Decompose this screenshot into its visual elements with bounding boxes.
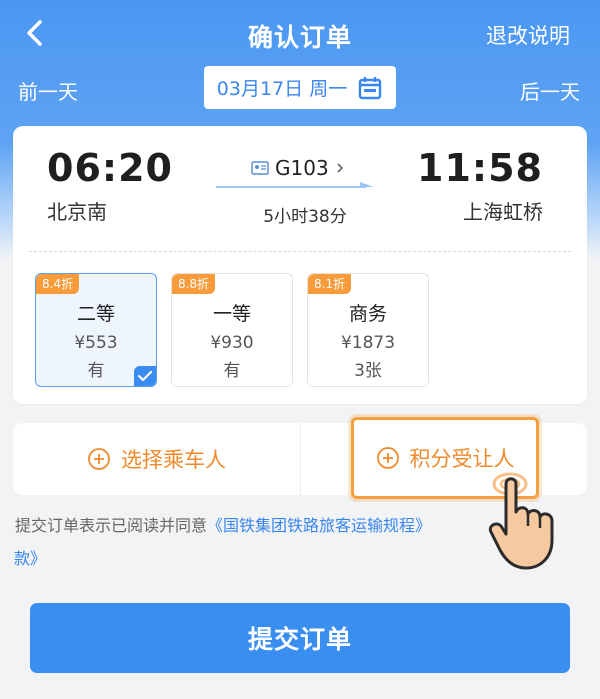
seat-class: 一等 [212,303,251,325]
arrival-time: 11:58 [417,146,543,190]
arrival-station: 上海虹桥 [463,200,543,224]
discount-badge: 8.8折 [172,274,216,294]
next-day-button[interactable]: 后一天 [520,76,580,105]
card-divider [29,251,571,252]
train-info-card: 06:20 北京南 G103 5小时38分 11:58 上海虹桥 8.4折 二等… [13,126,587,404]
train-number: G103 [275,156,329,180]
discount-badge: 8.1折 [308,274,352,294]
regulations-link[interactable]: 《国铁集团铁路旅客运输规程》 [207,516,431,535]
calendar-icon [359,76,382,99]
seat-option-first-class[interactable]: 8.8折 一等 ¥930 有 [171,273,293,387]
pointing-hand-icon [488,472,554,570]
plus-circle-icon [88,448,110,470]
prev-day-button[interactable]: 前一天 [18,76,78,105]
date-label: 03月17日 周一 [216,78,348,100]
seat-class: 商务 [348,303,387,325]
date-bar: 前一天 03月17日 周一 后一天 [0,64,600,110]
top-bar: 确认订单 退改说明 [0,0,600,68]
seat-price: ¥553 [74,333,118,353]
checkmark-icon [134,366,156,386]
id-card-icon [251,161,269,175]
train-number-link[interactable]: G103 [251,156,345,180]
direction-arrow-icon [216,182,374,188]
agreement-tail-link[interactable]: 款》 [14,544,46,574]
select-passenger-label: 选择乘车人 [121,448,226,472]
submit-order-button[interactable]: 提交订单 [30,603,570,673]
passenger-divider [300,423,301,495]
discount-badge: 8.4折 [36,274,80,294]
refund-policy-link[interactable]: 退改说明 [486,20,570,50]
seat-availability: 有 [223,361,241,381]
chevron-right-icon [337,163,343,173]
seat-price: ¥1873 [340,333,396,353]
date-picker[interactable]: 03月17日 周一 [204,66,396,109]
departure-time: 06:20 [47,146,173,190]
seat-price: ¥930 [210,333,254,353]
seat-availability: 3张 [354,361,382,381]
seat-class: 二等 [76,303,115,325]
agreement-prefix: 提交订单表示已阅读并同意 [15,516,208,535]
seat-option-business-class[interactable]: 8.1折 商务 ¥1873 3张 [307,273,429,387]
plus-circle-icon [376,447,399,469]
seat-option-second-class[interactable]: 8.4折 二等 ¥553 有 [35,273,157,387]
agreement-text: 提交订单表示已阅读并同意《国铁集团铁路旅客运输规程》 [15,508,495,544]
select-passenger-button[interactable]: 选择乘车人 [13,423,300,495]
